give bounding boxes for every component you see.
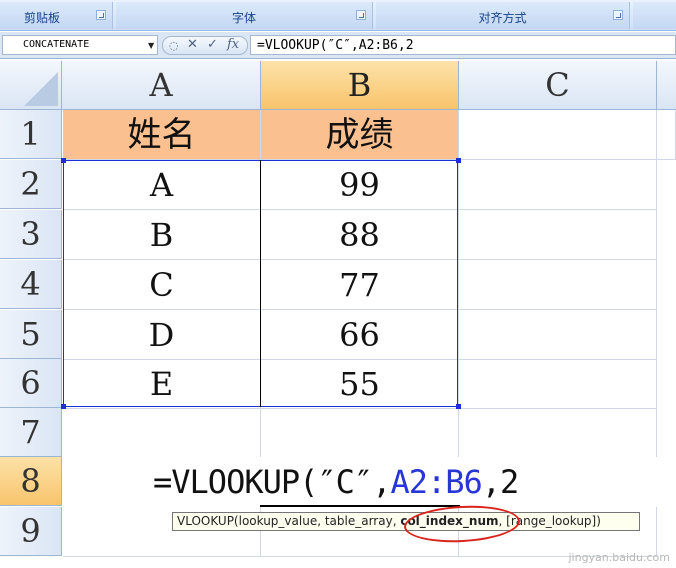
formula-bar: CONCATENATE ◌ ✕ ✓ fx =VLOOKUP(″C″,A2:B6,… — [0, 32, 676, 59]
row-header-2[interactable]: 2 — [0, 160, 62, 209]
formula-range-reference: A2:B6 — [390, 463, 482, 501]
corner-triangle-icon — [24, 72, 58, 106]
cell-a7[interactable] — [63, 408, 261, 458]
active-cell-underline — [260, 505, 460, 507]
formula-part: =VLOOKUP(″C″, — [153, 463, 391, 501]
cell-c6[interactable] — [459, 359, 657, 409]
column-header-b[interactable]: B — [261, 61, 459, 110]
formula-buttons: ◌ ✕ ✓ fx — [162, 36, 248, 55]
tooltip-active-argument[interactable]: col_index_num — [400, 514, 498, 528]
table-divider — [260, 160, 261, 407]
row-header-1[interactable]: 1 — [0, 110, 62, 159]
row-header-5[interactable]: 5 — [0, 310, 62, 359]
cell-a5[interactable]: D — [63, 310, 261, 360]
column-header-c[interactable]: C — [459, 61, 657, 110]
row-header-7[interactable]: 7 — [0, 408, 62, 457]
ribbon-group-alignment: 对齐方式 — [376, 2, 630, 29]
cell-c7[interactable] — [459, 408, 657, 458]
tooltip-prefix[interactable]: VLOOKUP(lookup_value, table_array, — [177, 514, 400, 528]
cell-c2[interactable] — [459, 160, 657, 210]
cell-b4[interactable]: 77 — [261, 260, 459, 310]
row-header-8[interactable]: 8 — [0, 457, 62, 506]
row-header-3[interactable]: 3 — [0, 210, 62, 259]
range-handle-bottom-right[interactable] — [456, 404, 461, 409]
range-handle-bottom-left[interactable] — [61, 404, 66, 409]
row-header-6[interactable]: 6 — [0, 359, 62, 408]
cell-a1[interactable]: 姓名 — [63, 110, 261, 160]
cell-b2[interactable]: 99 — [261, 160, 459, 210]
in-cell-editor[interactable]: =VLOOKUP(″C″,A2:B6,2 — [63, 457, 676, 507]
range-handle-top-right[interactable] — [456, 158, 461, 163]
cell-b3[interactable]: 88 — [261, 210, 459, 260]
column-header-d[interactable] — [657, 61, 676, 110]
watermark: jingyan.baidu.com — [568, 551, 670, 564]
name-box-value: CONCATENATE — [23, 39, 90, 50]
in-cell-formula: =VLOOKUP(″C″,A2:B6,2 — [153, 463, 520, 501]
ribbon-group-clipboard: 剪贴板 — [0, 2, 113, 29]
cell-c5[interactable] — [459, 310, 657, 360]
column-header-a[interactable]: A — [62, 61, 261, 110]
cell-a6[interactable]: E — [63, 359, 261, 409]
ribbon-group-more — [633, 2, 676, 29]
cancel-formula-button[interactable]: ✕ — [187, 37, 198, 52]
cell-c3[interactable] — [459, 210, 657, 260]
name-box[interactable]: CONCATENATE — [2, 35, 158, 55]
ribbon-group-label: 字体 — [231, 11, 256, 25]
cell-a2[interactable]: A — [63, 160, 261, 210]
dialog-launcher-icon[interactable] — [613, 10, 623, 20]
ribbon-group-label: 剪贴板 — [23, 11, 60, 25]
insert-function-button[interactable]: fx — [227, 37, 239, 52]
function-argument-tooltip: VLOOKUP(lookup_value, table_array, col_i… — [172, 512, 640, 531]
grip-icon: ◌ — [169, 39, 179, 52]
dialog-launcher-icon[interactable] — [356, 10, 366, 20]
cell-c1[interactable] — [459, 110, 657, 160]
ribbon-group-labels: 剪贴板 字体 对齐方式 — [0, 0, 676, 31]
range-handle-top-left[interactable] — [61, 158, 66, 163]
ribbon-group-font: 字体 — [116, 2, 373, 29]
row-header-4[interactable]: 4 — [0, 260, 62, 309]
cell-a3[interactable]: B — [63, 210, 261, 260]
cell-b6[interactable]: 55 — [261, 359, 459, 409]
cell-b5[interactable]: 66 — [261, 310, 459, 360]
formula-part: ,2 — [481, 463, 520, 501]
cell-b1[interactable]: 成绩 — [261, 110, 459, 160]
row-header-9[interactable]: 9 — [0, 507, 62, 556]
select-all-corner[interactable] — [0, 61, 62, 110]
formula-input[interactable]: =VLOOKUP(″C″,A2:B6,2 — [250, 35, 676, 55]
enter-formula-button[interactable]: ✓ — [207, 37, 218, 52]
cell-c4[interactable] — [459, 260, 657, 310]
ribbon-group-label: 对齐方式 — [478, 11, 527, 25]
tooltip-suffix[interactable]: , [range_lookup]) — [499, 514, 601, 528]
cell-a4[interactable]: C — [63, 260, 261, 310]
formula-text: =VLOOKUP(″C″,A2:B6,2 — [257, 38, 414, 53]
cell-d1[interactable] — [657, 110, 676, 160]
cell-b7[interactable] — [261, 408, 459, 458]
dialog-launcher-icon[interactable] — [96, 10, 106, 20]
